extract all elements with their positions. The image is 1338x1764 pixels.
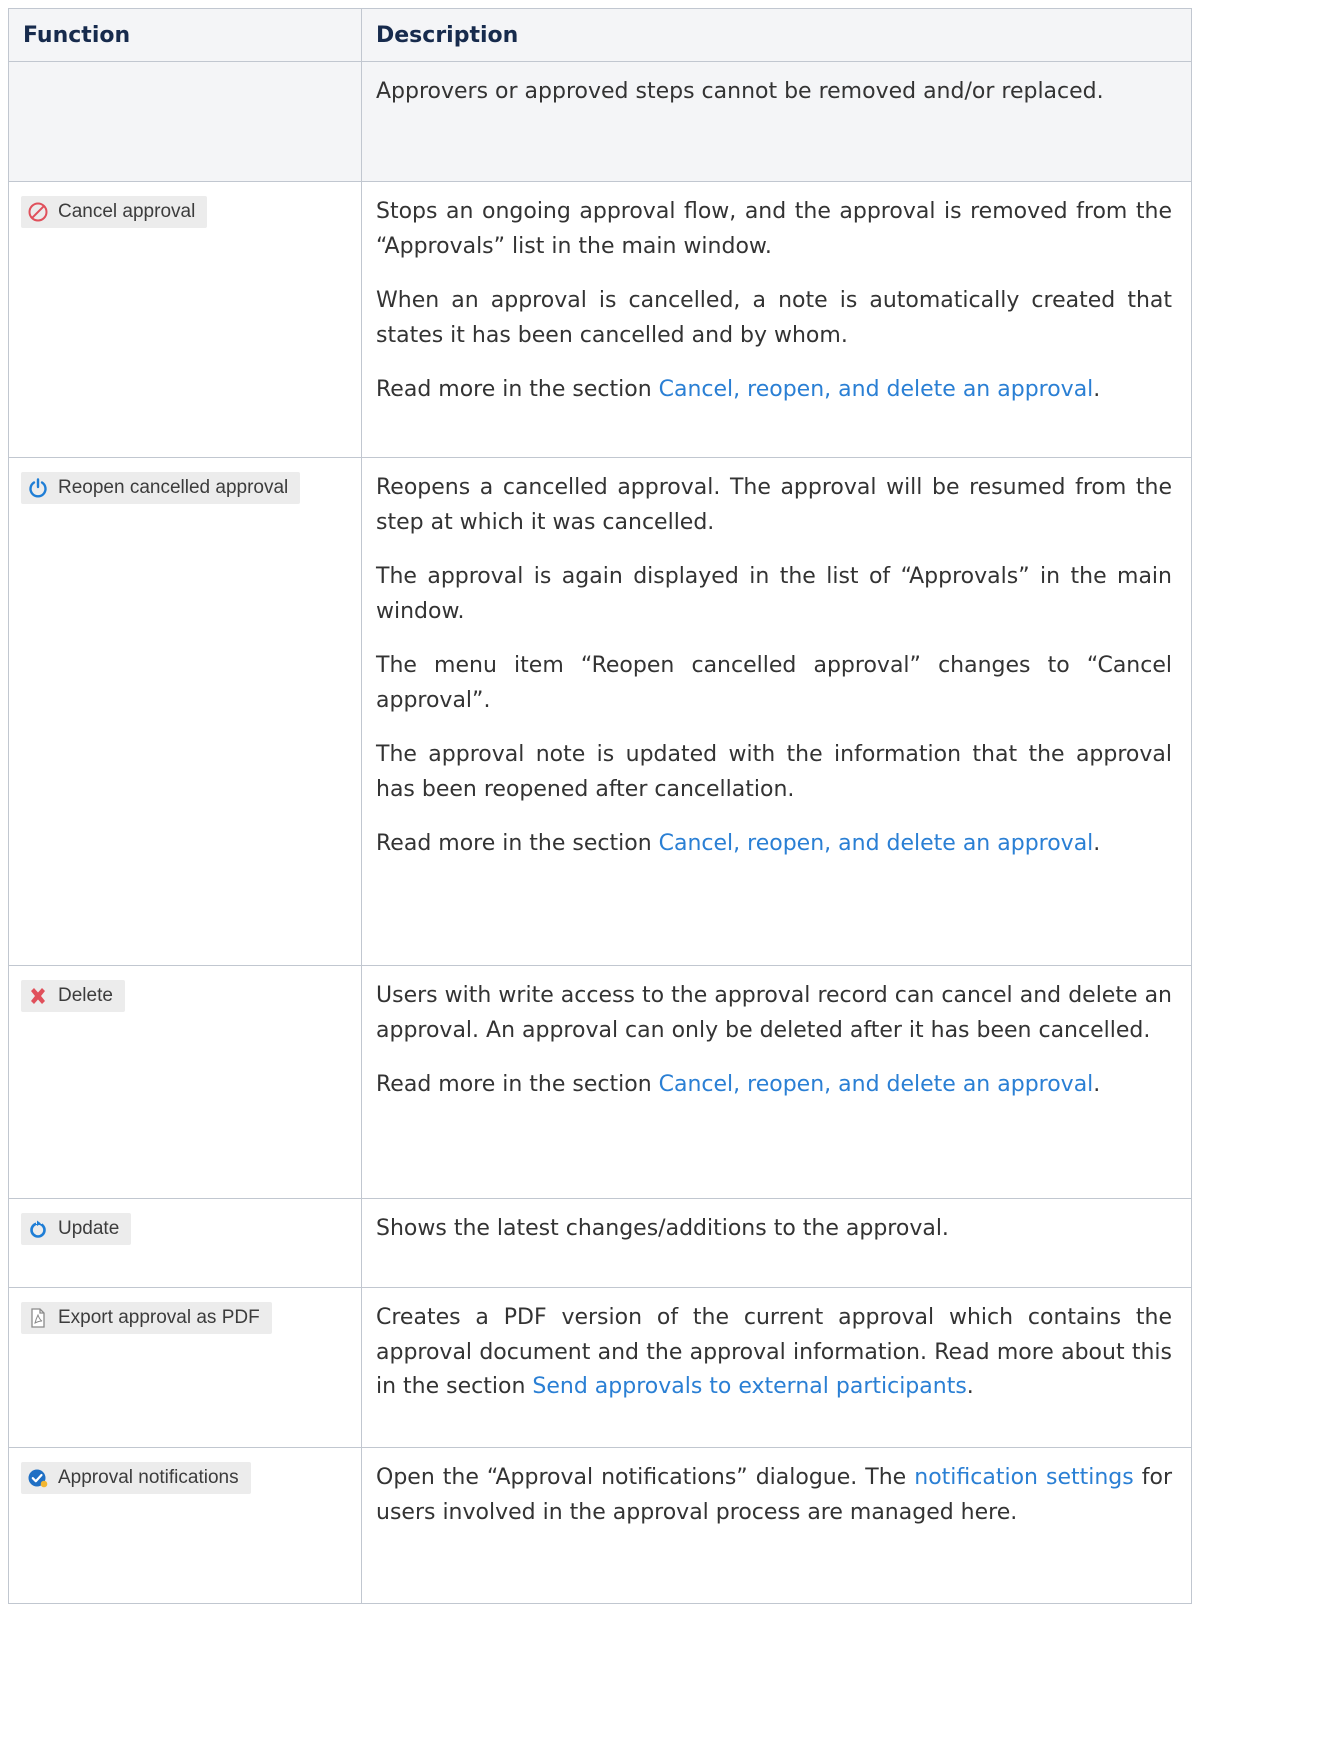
- section-link[interactable]: notification settings: [914, 1465, 1133, 1490]
- export-approval-as-pdf-button[interactable]: Export approval as PDF: [21, 1302, 272, 1334]
- approval-badge-icon: [27, 1467, 49, 1489]
- description-paragraph: The approval note is updated with the in…: [376, 742, 1172, 802]
- power-icon: [27, 477, 49, 499]
- table-row: Export approval as PDF Creates a PDF vers…: [8, 1287, 1192, 1448]
- function-cell: [8, 61, 362, 182]
- paragraph-text: .: [1093, 377, 1101, 402]
- description-cell: Approvers or approved steps cannot be re…: [361, 61, 1192, 182]
- paragraph-text: Open the “Approval notifications” dialog…: [376, 1465, 915, 1490]
- description-cell: Creates a PDF version of the current app…: [361, 1287, 1192, 1448]
- approval-notifications-button[interactable]: Approval notifications: [21, 1462, 251, 1494]
- description-cell: Shows the latest changes/additions to th…: [361, 1198, 1192, 1288]
- description-cell: Reopens a cancelled approval. The approv…: [361, 457, 1192, 966]
- cancel-approval-button[interactable]: Cancel approval: [21, 196, 208, 228]
- description-column-header: Description: [361, 8, 1192, 62]
- function-label: Reopen cancelled approval: [58, 477, 289, 498]
- function-label: Update: [58, 1218, 120, 1239]
- description-paragraph: Approvers or approved steps cannot be re…: [376, 79, 1104, 104]
- function-cell: Reopen cancelled approval: [8, 457, 362, 966]
- table-row: Approval notifications Open the “Approval…: [8, 1447, 1192, 1604]
- delete-button[interactable]: Delete: [21, 980, 125, 1012]
- description-paragraph: Users with write access to the approval …: [376, 983, 1172, 1043]
- paragraph-text: .: [1093, 1072, 1101, 1097]
- description-paragraph: The approval is again displayed in the l…: [376, 564, 1172, 624]
- description-paragraph: Open the “Approval notifications” dialog…: [376, 1461, 1172, 1530]
- update-button[interactable]: Update: [21, 1213, 132, 1245]
- function-cell: Delete: [8, 965, 362, 1199]
- paragraph-text: Read more in the section: [376, 377, 659, 402]
- function-cell: Approval notifications: [8, 1447, 362, 1604]
- paragraph-text: Read more in the section: [376, 1072, 659, 1097]
- refresh-icon: [27, 1218, 49, 1240]
- table-row: Update Shows the latest changes/additions…: [8, 1198, 1192, 1288]
- description-paragraph: Creates a PDF version of the current app…: [376, 1301, 1172, 1405]
- function-cell: Update: [8, 1198, 362, 1288]
- description-cell: Open the “Approval notifications” dialog…: [361, 1447, 1192, 1604]
- description-paragraph: Read more in the section Cancel, reopen,…: [376, 1068, 1172, 1103]
- function-cell: Cancel approval: [8, 181, 362, 458]
- description-paragraph: Read more in the section Cancel, reopen,…: [376, 827, 1172, 862]
- description-paragraph: Reopens a cancelled approval. The approv…: [376, 475, 1172, 535]
- description-paragraph: Read more in the section Cancel, reopen,…: [376, 373, 1172, 408]
- function-label: Approval notifications: [58, 1467, 239, 1488]
- description-cell: Users with write access to the approval …: [361, 965, 1192, 1199]
- delete-x-icon: [27, 985, 49, 1007]
- reopen-cancelled-approval-button[interactable]: Reopen cancelled approval: [21, 472, 301, 504]
- section-link[interactable]: Cancel, reopen, and delete an approval: [659, 831, 1094, 856]
- description-paragraph: When an approval is cancelled, a note is…: [376, 288, 1172, 348]
- function-label: Export approval as PDF: [58, 1307, 260, 1328]
- description-paragraph: The menu item “Reopen cancelled approval…: [376, 653, 1172, 713]
- table-row: Reopen cancelled approval Reopens a cance…: [8, 457, 1192, 966]
- section-link[interactable]: Cancel, reopen, and delete an approval: [659, 377, 1094, 402]
- description-paragraph: Stops an ongoing approval flow, and the …: [376, 199, 1172, 259]
- paragraph-text: .: [1093, 831, 1101, 856]
- pdf-file-icon: [27, 1307, 49, 1329]
- function-label: Cancel approval: [58, 201, 196, 222]
- functions-table: Function Description Approvers or approv…: [8, 8, 1192, 1604]
- section-link[interactable]: Send approvals to external participants: [532, 1374, 966, 1399]
- table-row: Delete Users with write access to the app…: [8, 965, 1192, 1199]
- cancel-circle-icon: [27, 201, 49, 223]
- table-row: Cancel approval Stops an ongoing approval…: [8, 181, 1192, 458]
- description-cell: Stops an ongoing approval flow, and the …: [361, 181, 1192, 458]
- paragraph-text: .: [966, 1374, 974, 1399]
- function-label: Delete: [58, 985, 113, 1006]
- paragraph-text: Read more in the section: [376, 831, 659, 856]
- function-cell: Export approval as PDF: [8, 1287, 362, 1448]
- description-paragraph: Shows the latest changes/additions to th…: [376, 1216, 949, 1241]
- table-row: Approvers or approved steps cannot be re…: [8, 61, 1192, 182]
- function-column-header: Function: [8, 8, 362, 62]
- section-link[interactable]: Cancel, reopen, and delete an approval: [659, 1072, 1094, 1097]
